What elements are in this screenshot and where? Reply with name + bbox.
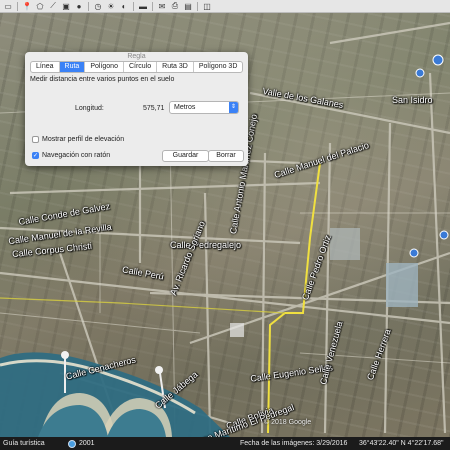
overlay-icon[interactable]: ▣	[60, 1, 72, 12]
dialog-title: Regla	[127, 53, 146, 60]
tab-ruta[interactable]: Ruta	[59, 62, 86, 72]
imagery-date: Fecha de las imágenes: 3/29/2016	[240, 440, 348, 447]
toolbar-divider	[133, 1, 134, 11]
ruler-icon[interactable]: ▬	[137, 1, 149, 12]
sidebar-icon[interactable]: ▭	[2, 1, 14, 12]
maps-icon[interactable]: ◫	[201, 1, 213, 12]
placemark-icon[interactable]: 📍	[21, 1, 33, 12]
planets-icon[interactable]: ◐	[118, 1, 130, 12]
mouse-navigation-row[interactable]: ✓ Navegación con ratón	[32, 152, 110, 159]
elevation-profile-label: Mostrar perfil de elevación	[42, 136, 125, 143]
cursor-coordinates: 36°43'22.40" N 4°22'17.68"	[359, 440, 444, 447]
mouse-navigation-checkbox[interactable]: ✓	[32, 152, 39, 159]
street-label: Calle Pedregalejo	[170, 240, 242, 250]
length-value: 575,71	[143, 105, 165, 112]
map-copyright: © 2018 Google	[264, 419, 312, 426]
tab-ruta-3d[interactable]: Ruta 3D	[157, 62, 194, 72]
tab-linea[interactable]: Línea	[31, 62, 60, 72]
history-icon[interactable]: ◷	[92, 1, 104, 12]
street-label: San Isidro	[392, 95, 433, 105]
email-icon[interactable]: ✉	[156, 1, 168, 12]
tab-circulo[interactable]: Círculo	[124, 62, 158, 72]
toolbar-divider	[88, 1, 89, 11]
save-button[interactable]: Guardar	[162, 150, 209, 162]
sun-icon[interactable]: ☀	[105, 1, 117, 12]
unit-select-value: Metros	[174, 104, 196, 111]
elevation-profile-row[interactable]: Mostrar perfil de elevación	[32, 136, 124, 143]
save-image-icon[interactable]: ▤	[182, 1, 194, 12]
elevation-profile-checkbox[interactable]	[32, 136, 39, 143]
path-icon[interactable]: ⟋	[47, 1, 59, 12]
ruler-tabs: Línea Ruta Polígono Círculo Ruta 3D Polí…	[30, 61, 244, 73]
length-label: Longitud:	[75, 105, 104, 112]
historical-year: 2001	[79, 440, 95, 447]
toolbar-divider	[152, 1, 153, 11]
tab-poligono-3d[interactable]: Polígono 3D	[194, 62, 243, 72]
historical-imagery[interactable]: 2001	[68, 437, 95, 450]
clear-button[interactable]: Borrar	[208, 150, 244, 162]
toolbar-divider	[197, 1, 198, 11]
main-toolbar: ▭ 📍 ⬠ ⟋ ▣ ● ◷ ☀ ◐ ▬ ✉ ⎙ ▤ ◫	[0, 0, 450, 13]
tab-poligono[interactable]: Polígono	[85, 62, 124, 72]
polygon-icon[interactable]: ⬠	[34, 1, 46, 12]
mouse-navigation-label: Navegación con ratón	[42, 152, 111, 159]
ruler-dialog: Regla Línea Ruta Polígono Círculo Ruta 3…	[25, 52, 248, 166]
chevron-updown-icon: ⇕	[229, 102, 238, 113]
toolbar-divider	[17, 1, 18, 11]
tour-icon[interactable]: ●	[73, 1, 85, 12]
print-icon[interactable]: ⎙	[169, 1, 181, 12]
unit-select[interactable]: Metros ⇕	[169, 101, 239, 114]
measure-description: Medir distancia entre varios puntos en e…	[30, 76, 175, 83]
tour-guide-button[interactable]: Guía turística	[3, 440, 45, 447]
clock-icon	[68, 439, 76, 448]
